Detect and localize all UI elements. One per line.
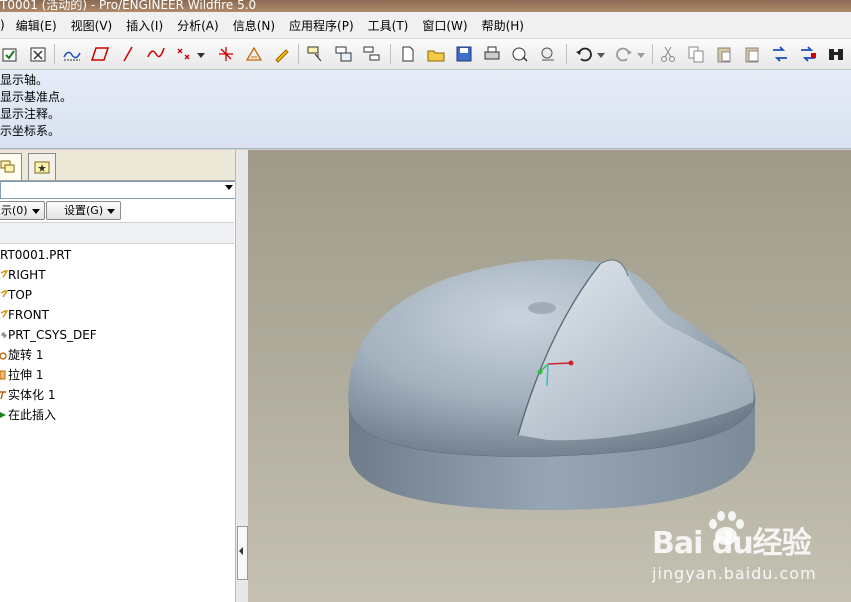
tree-item-revolve[interactable]: 旋转 1 (0, 345, 234, 365)
layers-icon (0, 160, 15, 173)
datum-plane-display-icon[interactable] (62, 44, 82, 64)
datum-axis-icon[interactable] (118, 44, 138, 64)
menu-analysis[interactable]: 分析(A) (170, 17, 226, 34)
show-button[interactable]: 示(0) (0, 201, 45, 220)
select-filter-icon[interactable] (306, 44, 326, 64)
print-icon[interactable] (482, 44, 502, 64)
solidify-icon (0, 391, 6, 400)
menu-view[interactable]: 视图(V) (64, 17, 120, 34)
model-tree-tab[interactable] (0, 153, 22, 180)
message-area: 显示轴。 显示基准点。 显示注释。 示坐标系。 (0, 70, 851, 149)
tree-item-right[interactable]: RIGHT (0, 265, 234, 285)
menu-window[interactable]: 窗口(W) (415, 17, 474, 34)
menu-insert[interactable]: 插入(I) (119, 17, 170, 34)
tree-item-label: 拉伸 1 (8, 368, 44, 382)
menu-bar: ) 编辑(E) 视图(V) 插入(I) 分析(A) 信息(N) 应用程序(P) … (0, 12, 851, 39)
extrude-icon (0, 370, 6, 380)
undo-icon[interactable] (574, 44, 594, 64)
tree-item-label: 在此插入 (8, 408, 57, 422)
sketch-curve-icon[interactable] (146, 44, 166, 64)
datum-plane-icon (0, 290, 8, 298)
redo-dropdown-icon[interactable] (636, 44, 646, 64)
tree-item-csys[interactable]: PRT_CSYS_DEF (0, 325, 234, 345)
show-button-label: 示(0) (1, 204, 28, 217)
navigator-tabs (0, 150, 238, 181)
chevron-down-icon (107, 208, 116, 214)
email-attach-icon[interactable] (538, 44, 558, 64)
baidu-watermark: Bai du经验 jingyan.baidu.com (652, 508, 842, 588)
tree-item-solidify[interactable]: 实体化 1 (0, 385, 234, 405)
tree-button-row: 示(0) 设置(G) (0, 201, 238, 221)
csys-icon (1, 332, 7, 338)
tree-item-label: TOP (8, 288, 33, 302)
message-line: 显示注释。 (0, 107, 61, 121)
tree-item-label: 旋转 1 (8, 348, 44, 362)
datum-plane-icon[interactable] (90, 44, 110, 64)
cut-icon[interactable] (658, 44, 678, 64)
menu-help[interactable]: 帮助(H) (475, 17, 531, 34)
find-icon[interactable] (334, 44, 354, 64)
regenerate-manager-icon[interactable] (798, 44, 818, 64)
insert-here-arrow-icon (0, 412, 6, 418)
message-line: 示坐标系。 (0, 124, 61, 138)
datum-plane-icon (0, 270, 8, 278)
copy-icon[interactable] (686, 44, 706, 64)
paste-icon[interactable] (714, 44, 734, 64)
model-tree: RT0001.PRT RIGHT TOP FRONT PRT_CSYS_DEF … (0, 245, 234, 425)
menu-edit[interactable]: 编辑(E) (9, 17, 64, 34)
tree-root-label: RT0001.PRT (0, 248, 72, 262)
datum-plane-icon (0, 310, 8, 318)
favorites-tab[interactable] (28, 153, 56, 180)
tree-item-front[interactable]: FRONT (0, 305, 234, 325)
new-file-icon[interactable] (398, 44, 418, 64)
regenerate-check-icon[interactable] (0, 44, 20, 64)
annotation-icon[interactable] (272, 44, 292, 64)
menu-tools[interactable]: 工具(T) (361, 17, 416, 34)
tree-item-label: FRONT (8, 308, 49, 322)
open-file-icon[interactable] (426, 44, 446, 64)
menu-applications[interactable]: 应用程序(P) (282, 17, 361, 34)
message-line: 显示轴。 (0, 73, 49, 87)
window-title: T0001 (活动的) - Pro/ENGINEER Wildfire 5.0 (0, 0, 257, 12)
watermark-url: jingyan.baidu.com (652, 564, 817, 583)
tree-item-extrude[interactable]: 拉伸 1 (0, 365, 234, 385)
analysis-icon[interactable] (244, 44, 264, 64)
tree-root[interactable]: RT0001.PRT (0, 245, 234, 265)
tree-item-insert-here[interactable]: 在此插入 (0, 405, 234, 425)
datum-point-icon[interactable] (174, 44, 194, 64)
tree-item-label: 实体化 1 (8, 388, 56, 402)
revolve-icon (0, 352, 7, 360)
menu-file[interactable]: ) (0, 18, 9, 32)
undo-dropdown-icon[interactable] (596, 44, 606, 64)
message-line: 显示基准点。 (0, 90, 73, 104)
settings-button[interactable]: 设置(G) (46, 201, 122, 220)
tree-view-dropdown[interactable] (0, 181, 236, 199)
panel-splitter[interactable] (235, 150, 248, 602)
find-binoculars-icon[interactable] (826, 44, 846, 64)
redo-icon[interactable] (614, 44, 634, 64)
close-window-icon[interactable] (28, 44, 48, 64)
navigator-panel: 示(0) 设置(G) RT0001.PRT RIGHT TOP FRONT PR… (0, 150, 238, 602)
star-folder-icon (34, 161, 50, 174)
chevron-left-icon[interactable] (239, 547, 243, 555)
csys-icon[interactable] (216, 44, 236, 64)
chevron-down-icon (225, 185, 233, 190)
tree-item-label: RIGHT (8, 268, 46, 282)
main-toolbar (0, 39, 851, 70)
chevron-down-icon (31, 208, 40, 214)
graphics-viewport[interactable]: Bai du经验 jingyan.baidu.com (248, 150, 851, 602)
tree-item-label: PRT_CSYS_DEF (8, 328, 97, 342)
menu-info[interactable]: 信息(N) (226, 17, 282, 34)
tree-item-top[interactable]: TOP (0, 285, 234, 305)
save-icon[interactable] (454, 44, 474, 64)
title-bar: T0001 (活动的) - Pro/ENGINEER Wildfire 5.0 (0, 0, 851, 12)
watermark-logo-text: Bai du经验 (652, 526, 812, 561)
regenerate-icon[interactable] (770, 44, 790, 64)
settings-button-label: 设置(G) (64, 204, 104, 217)
model-tree-icon[interactable] (362, 44, 382, 64)
send-email-icon[interactable] (510, 44, 530, 64)
paste-special-icon[interactable] (742, 44, 762, 64)
tree-column-header (0, 222, 234, 244)
datum-point-dropdown-icon[interactable] (196, 44, 206, 64)
